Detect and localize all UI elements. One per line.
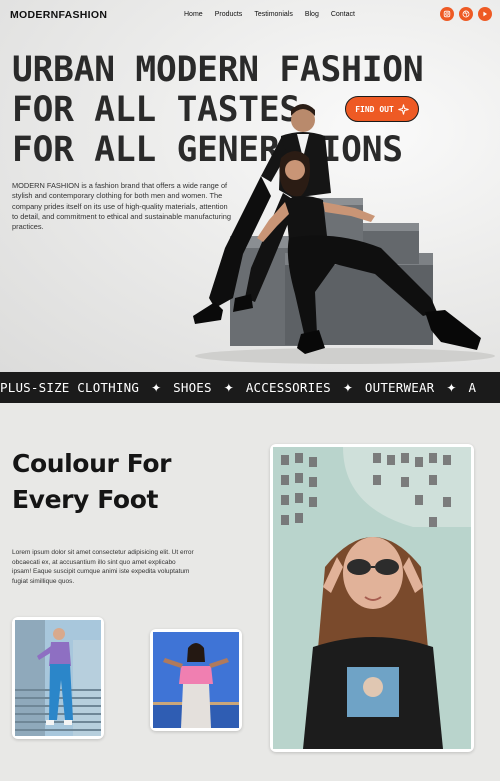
top-navigation: MODERNFASHION Home Products Testimonials… [10,7,492,22]
denim-outfit-photo [15,620,101,736]
category-ticker: PLUS-SIZE CLOTHING ✦ SHOES ✦ ACCESSORIES… [0,372,500,403]
section-body-text: Lorem ipsum dolor sit amet consectetur a… [12,549,194,585]
photo-card-sunglasses[interactable] [270,444,474,752]
photo-card-pink[interactable] [150,629,242,731]
star-separator-icon: ✦ [151,380,162,395]
star-separator-icon: ✦ [223,380,234,395]
behance-icon[interactable] [478,7,492,21]
find-out-button[interactable]: FIND OUT [345,96,419,122]
sunglasses-portrait-photo [273,447,471,749]
nav-link-testimonials[interactable]: Testimonials [254,8,293,22]
nav-link-products[interactable]: Products [215,8,243,22]
star-separator-icon: ✦ [446,380,457,395]
hero-section: MODERNFASHION Home Products Testimonials… [0,0,500,372]
section-title-line-1: Coulour For [12,449,172,478]
ticker-item-partial[interactable]: A [468,380,476,395]
section-title-line-2: Every Foot [12,485,159,514]
ticker-item-accessories[interactable]: ACCESSORIES [246,380,331,395]
photo-card-denim[interactable] [12,617,104,739]
star-separator-icon: ✦ [342,380,353,395]
pink-outfit-photo [153,632,239,728]
section-title: Coulour For Every Foot [12,446,171,518]
headline-line-1: URBAN MODERN FASHION [12,50,424,90]
nav-link-blog[interactable]: Blog [305,8,319,22]
find-out-label: FIND OUT [355,104,394,114]
social-links [440,7,492,21]
nav-link-contact[interactable]: Contact [331,8,355,22]
ticker-item-shoes[interactable]: SHOES [173,380,212,395]
ticker-item-outerwear[interactable]: OUTERWEAR [365,380,435,395]
hero-models-image [193,104,495,364]
nav-link-home[interactable]: Home [184,8,203,22]
nav-menu: Home Products Testimonials Blog Contact [184,8,355,22]
instagram-icon[interactable] [440,7,454,21]
ticker-item-plus-size[interactable]: PLUS-SIZE CLOTHING [0,380,139,395]
dribbble-icon[interactable] [459,7,473,21]
brand-logo[interactable]: MODERNFASHION [10,9,107,21]
colour-section: Coulour For Every Foot Lorem ipsum dolor… [0,403,500,781]
sparkle-icon [398,103,409,115]
